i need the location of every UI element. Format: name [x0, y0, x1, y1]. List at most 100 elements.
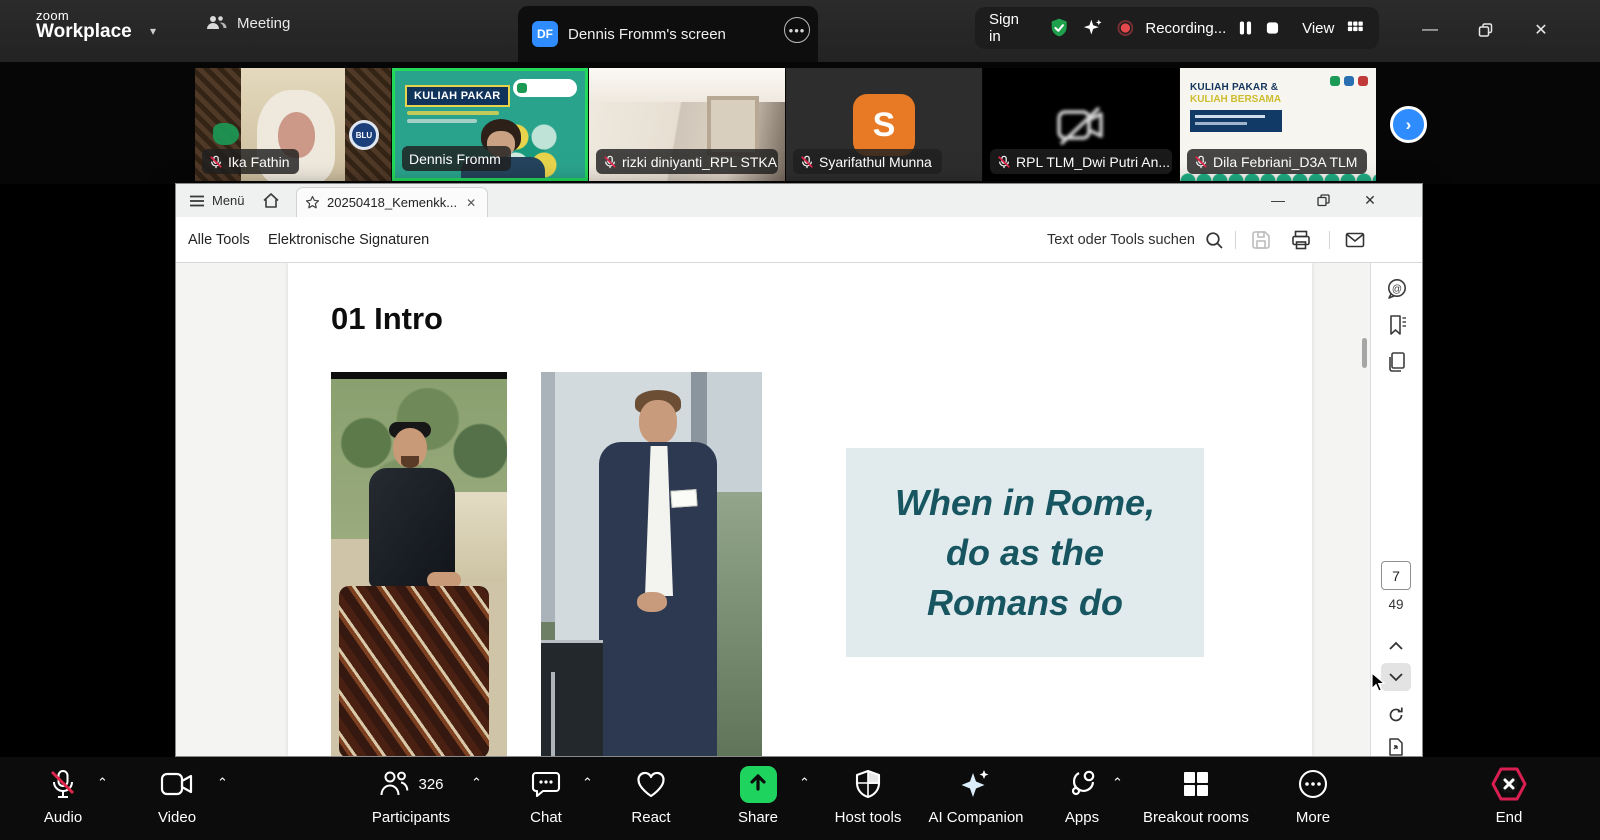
page-total-label: 49 [1371, 597, 1421, 612]
video-tile-rizki[interactable]: rizki diniyanti_RPL STKA [589, 68, 785, 181]
participant-name-badge: Ika Fathin [202, 149, 299, 174]
window-close-button[interactable]: ✕ [1526, 16, 1556, 44]
more-button[interactable]: More [1248, 765, 1378, 826]
previous-page-button[interactable] [1381, 631, 1411, 659]
tab-more-options-icon[interactable]: ••• [784, 17, 810, 43]
tile1-logo-green [213, 123, 239, 145]
ai-companion-label: AI Companion [928, 809, 1023, 826]
participants-button[interactable]: 326 Participants [346, 765, 476, 826]
vertical-scrollbar-thumb[interactable] [1362, 338, 1367, 368]
tab-shared-screen[interactable]: DF Dennis Fromm's screen [518, 6, 818, 62]
photo2-name-tag [670, 489, 697, 508]
video-tile-dila[interactable]: KULIAH PAKAR & KULIAH BERSAMA Dila Febri… [1180, 68, 1376, 181]
mic-muted-icon [997, 155, 1011, 169]
save-icon[interactable] [1250, 229, 1272, 251]
acrobat-titlebar: Menü 20250418_Kemenkk... ✕ — ✕ [176, 184, 1422, 217]
acrobat-minimize-button[interactable]: — [1264, 187, 1292, 213]
apps-label: Apps [1065, 809, 1099, 826]
menu-alle-tools[interactable]: Alle Tools [188, 217, 250, 263]
chat-label: Chat [530, 809, 562, 826]
pause-recording-icon[interactable] [1238, 19, 1253, 37]
end-hexagon-icon [1489, 766, 1529, 802]
react-label: React [631, 809, 670, 826]
more-label: More [1296, 809, 1330, 826]
tile6-slide-title2: KULIAH BERSAMA [1190, 94, 1281, 105]
comments-icon[interactable]: @ [1385, 277, 1409, 301]
participant-name: Dila Febriani_D3A TLM [1213, 154, 1357, 170]
tile6-slide-title1: KULIAH PAKAR & [1190, 82, 1278, 93]
rotate-page-button[interactable] [1381, 701, 1411, 729]
star-icon[interactable] [305, 195, 320, 210]
acrobat-close-button[interactable]: ✕ [1356, 187, 1384, 213]
window-minimize-button[interactable]: — [1415, 16, 1445, 44]
acrobat-document-tab[interactable]: 20250418_Kemenkk... ✕ [296, 187, 488, 217]
acrobat-home-button[interactable] [262, 184, 280, 217]
quote-line-3: Romans do [927, 578, 1123, 628]
recording-label: Recording... [1145, 20, 1226, 37]
zoom-titlebar: zoom Workplace ▾ Meeting DF Dennis Fromm… [0, 0, 1600, 62]
stop-recording-icon[interactable] [1265, 20, 1280, 36]
photo1-top-border [331, 372, 507, 379]
video-tile-dennis-fromm[interactable]: KULIAH PAKAR Dennis Fromm [392, 68, 588, 181]
participant-name: Dennis Fromm [409, 151, 501, 167]
view-button-label[interactable]: View [1302, 20, 1334, 37]
tile2-subtitle-bar [407, 111, 499, 115]
photo1-torso [369, 468, 455, 588]
logo-text-workplace: Workplace [36, 21, 132, 43]
tile2-banner: KULIAH PAKAR [405, 85, 510, 107]
bookmarks-icon[interactable] [1385, 313, 1409, 337]
home-icon [262, 192, 280, 209]
window-restore-button[interactable] [1470, 16, 1500, 44]
tile1-logo-blu: BLU [349, 120, 379, 150]
next-participants-page-button[interactable]: › [1390, 106, 1427, 143]
video-label: Video [158, 809, 196, 826]
breakout-rooms-label: Breakout rooms [1143, 809, 1249, 826]
tab-meeting[interactable]: Meeting [205, 14, 290, 32]
host-tools-label: Host tools [835, 809, 902, 826]
toolbar-divider [1235, 231, 1236, 249]
workspace-chevron-down-icon[interactable]: ▾ [150, 24, 156, 38]
participants-label: Participants [372, 809, 450, 826]
zoom-control-bar: Audio ⌃ Video ⌃ 326 Participants ⌃ Chat … [0, 757, 1600, 840]
sign-in-button[interactable]: Sign in [989, 11, 1032, 45]
photo2-table-leg [551, 672, 555, 756]
svg-text:@: @ [1392, 284, 1402, 295]
chat-icon [531, 769, 561, 799]
video-tile-syarifathul[interactable]: S Syarifathul Munna [786, 68, 982, 181]
participant-name: Syarifathul Munna [819, 154, 932, 170]
search-label: Text oder Tools suchen [1047, 232, 1195, 248]
apps-options-chevron[interactable]: ⌃ [1112, 775, 1123, 791]
mic-muted-icon [209, 155, 223, 169]
search-tools-button[interactable]: Text oder Tools suchen [1047, 217, 1224, 263]
view-grid-icon[interactable] [1346, 18, 1365, 38]
slide-heading: 01 Intro [331, 301, 443, 337]
pdf-content-area[interactable]: 01 Intro [176, 263, 1370, 756]
menu-elektronische-signaturen[interactable]: Elektronische Signaturen [268, 217, 429, 263]
end-meeting-button[interactable]: End [1444, 765, 1574, 826]
hamburger-icon [189, 194, 205, 208]
tile2-subtitle-bar2 [407, 119, 477, 123]
search-icon [1205, 231, 1224, 250]
pages-icon[interactable] [1385, 350, 1409, 374]
acrobat-restore-button[interactable] [1309, 187, 1337, 213]
page-number-input[interactable]: 7 [1381, 561, 1411, 590]
participant-name: rizki diniyanti_RPL STKA [622, 154, 777, 170]
document-tab-close-icon[interactable]: ✕ [466, 196, 476, 210]
audio-button[interactable]: Audio [0, 765, 128, 826]
ai-sparkle-icon[interactable] [1082, 16, 1104, 40]
participant-name-badge: Syarifathul Munna [793, 149, 942, 174]
print-icon[interactable] [1290, 229, 1312, 251]
apps-button[interactable]: Apps [1017, 765, 1147, 826]
video-tile-ika-fathin[interactable]: BLU Ika Fathin [195, 68, 391, 181]
meeting-status-pill: Sign in Recording... View [975, 7, 1379, 49]
breakout-rooms-button[interactable]: Breakout rooms [1131, 765, 1261, 826]
participants-video-strip: BLU Ika Fathin KULIAH PAKAR Dennis Fromm… [0, 62, 1600, 184]
video-tile-rpl-tlm[interactable]: RPL TLM_Dwi Putri An... [983, 68, 1179, 181]
tab-shared-screen-label: Dennis Fromm's screen [568, 26, 726, 43]
acrobat-menu-label: Menü [212, 193, 245, 208]
acrobat-menu-button[interactable]: Menü [189, 184, 245, 217]
security-shield-icon[interactable] [1048, 16, 1070, 40]
mail-icon[interactable] [1344, 229, 1366, 251]
audio-options-chevron[interactable]: ⌃ [97, 775, 108, 791]
video-options-chevron[interactable]: ⌃ [217, 775, 228, 791]
